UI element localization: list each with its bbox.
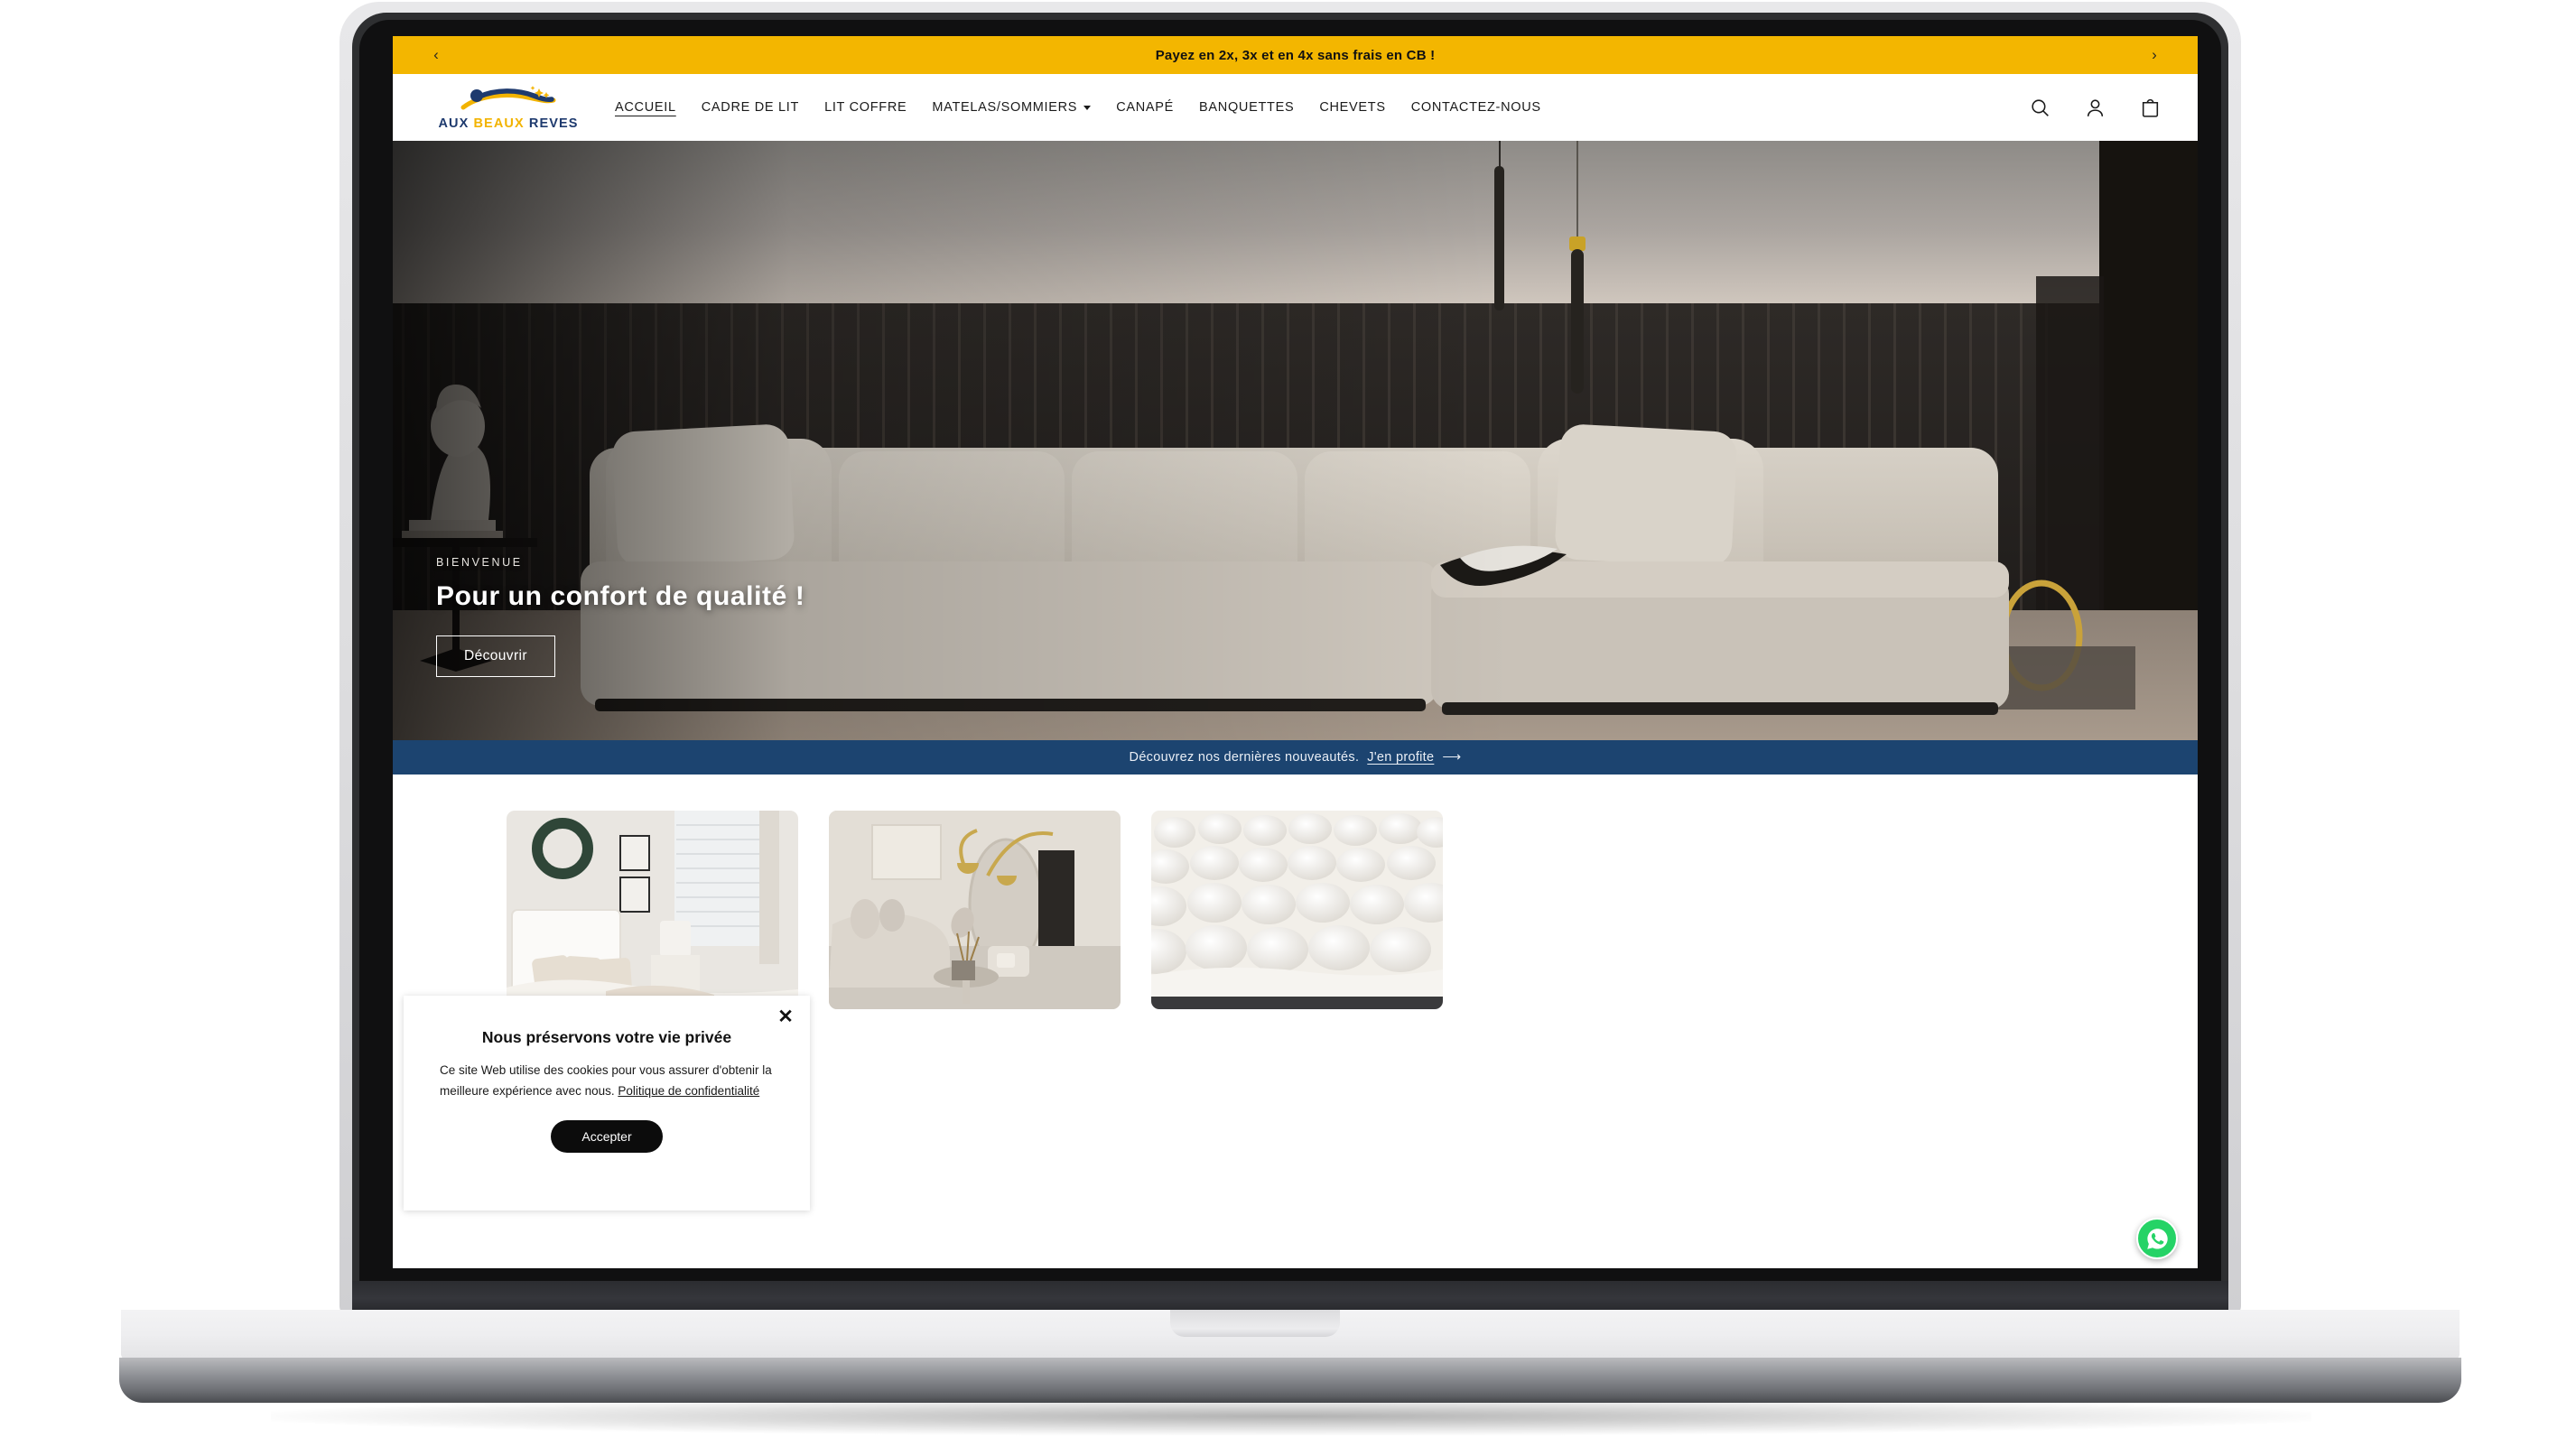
logo-word-beaux: BEAUX: [473, 116, 529, 131]
search-icon[interactable]: [2029, 97, 2051, 119]
chevron-right-icon: ›: [2152, 46, 2157, 63]
nav-label: CADRE DE LIT: [701, 100, 800, 115]
laptop-foot: [119, 1358, 2461, 1403]
nav-label: ACCUEIL: [615, 100, 676, 115]
arrow-right-icon: ⟶: [1442, 750, 1462, 765]
announcement-next-button[interactable]: ›: [2134, 36, 2174, 74]
cart-icon[interactable]: [2139, 97, 2162, 119]
logo-word-aux: AUX: [438, 116, 474, 131]
chevron-down-icon: [1083, 105, 1092, 110]
chevron-left-icon: ‹: [433, 46, 439, 63]
laptop-notch: [1170, 1310, 1340, 1337]
close-icon[interactable]: ✕: [776, 1006, 795, 1026]
privacy-policy-link[interactable]: Politique de confidentialité: [618, 1084, 759, 1098]
hero-content: BIENVENUE Pour un confort de qualité ! D…: [436, 556, 804, 677]
logo-mark: [460, 86, 556, 110]
cookie-dialog-title: Nous préservons votre vie privée: [481, 1028, 732, 1046]
screenshot-stage: ‹ Payez en 2x, 3x et en 4x sans frais en…: [0, 0, 2576, 1447]
main-navigation: ACCUEIL CADRE DE LIT LIT COFFRE MATELAS/…: [615, 100, 2029, 115]
whatsapp-float-button[interactable]: [2136, 1218, 2178, 1259]
browser-viewport: ‹ Payez en 2x, 3x et en 4x sans frais en…: [393, 36, 2198, 1268]
product-card-image: [1151, 811, 1443, 1009]
whatsapp-icon: [2146, 1228, 2168, 1249]
nav-item-banquettes[interactable]: BANQUETTES: [1199, 100, 1294, 115]
cookie-dialog-body: Ce site Web utilise des cookies pour vou…: [440, 1060, 774, 1102]
nav-label: CONTACTEZ-NOUS: [1410, 100, 1541, 115]
account-icon[interactable]: [2084, 97, 2106, 119]
nav-label: CANAPÉ: [1116, 100, 1175, 115]
nav-item-canape[interactable]: CANAPÉ: [1116, 100, 1174, 115]
hero-eyebrow: BIENVENUE: [436, 556, 523, 569]
product-card-grid: [393, 775, 2198, 1009]
promo-link[interactable]: J'en profite: [1367, 750, 1434, 765]
logo-wordmark: AUX BEAUX REVES: [438, 116, 578, 131]
laptop-hinge: [352, 1281, 2228, 1310]
nav-label: MATELAS/SOMMIERS: [932, 100, 1078, 115]
nav-item-cadre-de-lit[interactable]: CADRE DE LIT: [702, 100, 799, 115]
nav-label: BANQUETTES: [1199, 100, 1295, 115]
announcement-text: Payez en 2x, 3x et en 4x sans frais en C…: [1155, 47, 1436, 63]
nav-item-contactez-nous[interactable]: CONTACTEZ-NOUS: [1411, 100, 1541, 115]
announcement-prev-button[interactable]: ‹: [416, 36, 456, 74]
cookie-consent-dialog: ✕ Nous préservons votre vie privée Ce si…: [404, 996, 810, 1210]
product-card[interactable]: [507, 811, 798, 1009]
logo[interactable]: AUX BEAUX REVES: [432, 84, 584, 131]
announcement-bar: ‹ Payez en 2x, 3x et en 4x sans frais en…: [393, 36, 2198, 74]
header-actions: [2029, 97, 2162, 119]
promo-banner: Découvrez nos dernières nouveautés. J'en…: [393, 740, 2198, 775]
laptop-shadow: [271, 1397, 2311, 1435]
nav-item-lit-coffre[interactable]: LIT COFFRE: [824, 100, 907, 115]
nav-item-chevets[interactable]: CHEVETS: [1319, 100, 1385, 115]
nav-item-matelas-sommiers[interactable]: MATELAS/SOMMIERS: [932, 100, 1092, 115]
hero-banner: BIENVENUE Pour un confort de qualité ! D…: [393, 141, 2198, 740]
site-header: AUX BEAUX REVES ACCUEIL CADRE DE LIT LIT…: [393, 74, 2198, 141]
product-card-image: [829, 811, 1121, 1009]
nav-item-accueil[interactable]: ACCUEIL: [615, 100, 676, 115]
hero-cta-button[interactable]: Découvrir: [436, 635, 555, 677]
product-card[interactable]: [1151, 811, 1443, 1009]
nav-label: CHEVETS: [1319, 100, 1386, 115]
nav-label: LIT COFFRE: [824, 100, 907, 115]
product-card[interactable]: [829, 811, 1121, 1009]
hero-title: Pour un confort de qualité !: [436, 581, 805, 611]
promo-text: Découvrez nos dernières nouveautés.: [1129, 750, 1360, 765]
logo-word-reves: REVES: [528, 116, 579, 131]
accept-cookies-button[interactable]: Accepter: [551, 1120, 663, 1154]
product-card-image: [507, 811, 798, 1009]
